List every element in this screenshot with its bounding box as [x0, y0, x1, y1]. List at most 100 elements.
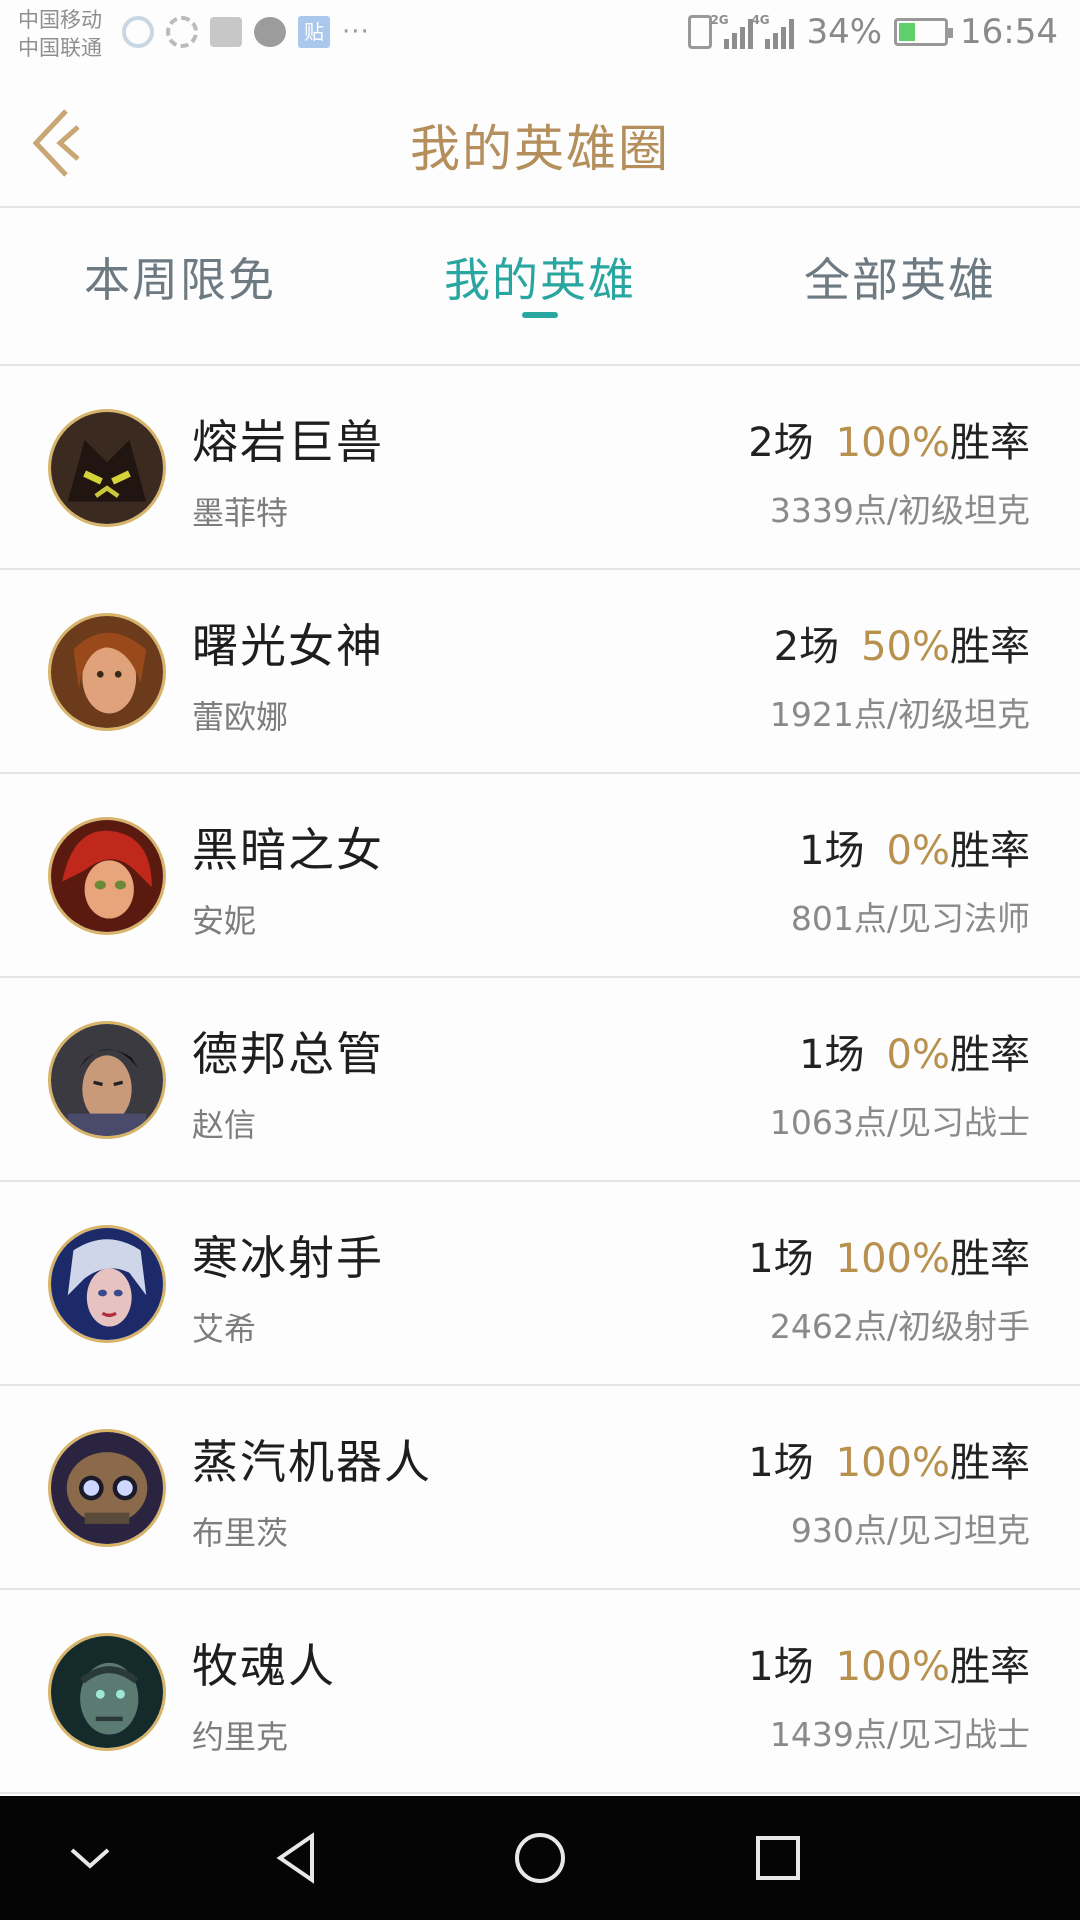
carrier-1: 中国移动 [18, 8, 102, 32]
dawn-goddess-avatar-icon [48, 613, 166, 731]
hero-title: 黑暗之女 [192, 823, 384, 877]
clock: 16:54 [960, 12, 1058, 52]
signal-2g-label: 2G [710, 13, 729, 27]
win-rate: 100% [835, 1440, 950, 1486]
hero-row[interactable]: 蒸汽机器人 布里茨 1场 100%胜率 930点/见习坦克 [0, 1386, 1080, 1590]
collapse-icon [70, 1848, 110, 1869]
games-count: 2场 [748, 420, 814, 466]
games-count: 1场 [799, 1032, 865, 1078]
hero-row[interactable]: 德邦总管 赵信 1场 0%胜率 1063点/见习战士 [0, 978, 1080, 1182]
signal-2g-icon: 2G [710, 13, 754, 49]
win-rate-label: 胜率 [950, 624, 1030, 670]
hero-tabs: 本周限免 我的英雄 全部英雄 [0, 208, 1080, 366]
hero-title: 德邦总管 [192, 1027, 384, 1081]
hero-name: 约里克 [192, 1718, 289, 1756]
hero-points: 1439点/见习战士 [769, 1715, 1030, 1754]
hero-name: 蕾欧娜 [192, 698, 289, 736]
battery-icon [894, 18, 954, 46]
shepherd-of-souls-avatar-icon [48, 1633, 166, 1751]
win-rate: 50% [861, 624, 950, 670]
win-rate: 100% [835, 1236, 950, 1282]
title-bar: 我的英雄圈 [0, 75, 1080, 208]
win-rate-label: 胜率 [950, 1440, 1030, 1486]
dark-child-avatar-icon [48, 817, 166, 935]
hero-points: 1063点/见习战士 [769, 1103, 1030, 1142]
lava-golem-avatar-icon [48, 409, 166, 527]
hero-name: 安妮 [192, 902, 257, 940]
hero-stats: 2场 50%胜率 [774, 614, 1030, 672]
signal-4g-icon: 4G [751, 13, 795, 49]
more-notifications-icon: ··· [342, 17, 370, 47]
tab-all-heroes[interactable]: 全部英雄 [740, 244, 1060, 310]
hero-stats: 1场 100%胜率 [748, 1430, 1030, 1488]
games-count: 1场 [799, 828, 865, 874]
chat-icon [254, 17, 286, 47]
home-circle-icon [515, 1833, 565, 1883]
tab-my-heroes[interactable]: 我的英雄 [380, 244, 700, 310]
page-title: 我的英雄圈 [410, 120, 670, 178]
win-rate-label: 胜率 [950, 1644, 1030, 1690]
hero-points: 801点/见习法师 [790, 899, 1030, 938]
games-count: 1场 [748, 1236, 814, 1282]
hero-points: 930点/见习坦克 [790, 1511, 1030, 1550]
active-tab-indicator [522, 312, 558, 318]
hero-title: 曙光女神 [192, 619, 384, 673]
hero-stats: 2场 100%胜率 [748, 410, 1030, 468]
win-rate-label: 胜率 [950, 420, 1030, 466]
games-count: 2场 [773, 624, 840, 670]
nav-recents-button[interactable] [746, 1826, 810, 1890]
hero-name: 赵信 [192, 1106, 257, 1144]
hero-points: 3339点/初级坦克 [769, 491, 1030, 530]
tieba-icon: 贴 [298, 16, 330, 48]
win-rate: 100% [835, 420, 950, 466]
status-bar: 中国移动 中国联通 贴 ··· 2G 4G 34% 16:54 [0, 0, 1080, 75]
hero-name: 墨菲特 [192, 494, 289, 532]
win-rate-label: 胜率 [950, 1236, 1030, 1282]
carrier-2: 中国联通 [18, 36, 102, 60]
win-rate: 0% [886, 1032, 950, 1078]
win-rate: 0% [886, 828, 950, 874]
games-count: 1场 [748, 1644, 814, 1690]
frost-archer-avatar-icon [48, 1225, 166, 1343]
nav-home-button[interactable] [508, 1826, 572, 1890]
battery-percent: 34% [806, 12, 883, 52]
mail-icon [210, 17, 242, 47]
nav-back-button[interactable] [266, 1826, 330, 1890]
recents-square-icon [756, 1836, 800, 1880]
hero-title: 熔岩巨兽 [192, 415, 384, 469]
notification-icons: 贴 ··· [122, 16, 370, 48]
hero-title: 牧魂人 [192, 1639, 336, 1693]
hero-list: 熔岩巨兽 墨菲特 2场 100%胜率 3339点/初级坦克 曙光女神 蕾欧娜 2场… [0, 366, 1080, 1794]
vibrate-icon [688, 15, 713, 49]
hero-row[interactable]: 熔岩巨兽 墨菲特 2场 100%胜率 3339点/初级坦克 [0, 366, 1080, 570]
hero-stats: 1场 100%胜率 [748, 1226, 1030, 1284]
system-nav-bar [0, 1796, 1080, 1920]
battery-fill [899, 23, 916, 41]
hero-row[interactable]: 曙光女神 蕾欧娜 2场 50%胜率 1921点/初级坦克 [0, 570, 1080, 774]
tab-weekly-free[interactable]: 本周限免 [20, 244, 340, 310]
win-rate-label: 胜率 [950, 828, 1030, 874]
system-status: 2G 4G 34% 16:54 [688, 12, 1058, 52]
carrier-info: 中国移动 中国联通 [18, 6, 102, 62]
hero-name: 布里茨 [192, 1514, 289, 1552]
win-rate: 100% [835, 1644, 950, 1690]
hero-row[interactable]: 牧魂人 约里克 1场 100%胜率 1439点/见习战士 [0, 1590, 1080, 1794]
notification-app-icon [122, 16, 154, 48]
win-rate-label: 胜率 [950, 1032, 1030, 1078]
signal-4g-label: 4G [751, 13, 770, 27]
games-count: 1场 [748, 1440, 814, 1486]
steam-golem-avatar-icon [48, 1429, 166, 1547]
loading-icon [166, 16, 198, 48]
hero-name: 艾希 [192, 1310, 257, 1348]
collapse-button[interactable] [58, 1826, 122, 1890]
hero-row[interactable]: 寒冰射手 艾希 1场 100%胜率 2462点/初级射手 [0, 1182, 1080, 1386]
back-triangle-icon [276, 1832, 314, 1884]
hero-points: 2462点/初级射手 [769, 1307, 1030, 1346]
hero-title: 蒸汽机器人 [192, 1435, 432, 1489]
hero-points: 1921点/初级坦克 [769, 695, 1030, 734]
hero-row[interactable]: 黑暗之女 安妮 1场 0%胜率 801点/见习法师 [0, 774, 1080, 978]
hero-stats: 1场 0%胜率 [799, 1022, 1030, 1080]
hero-stats: 1场 100%胜率 [748, 1634, 1030, 1692]
hero-title: 寒冰射手 [192, 1231, 384, 1285]
hero-stats: 1场 0%胜率 [799, 818, 1030, 876]
